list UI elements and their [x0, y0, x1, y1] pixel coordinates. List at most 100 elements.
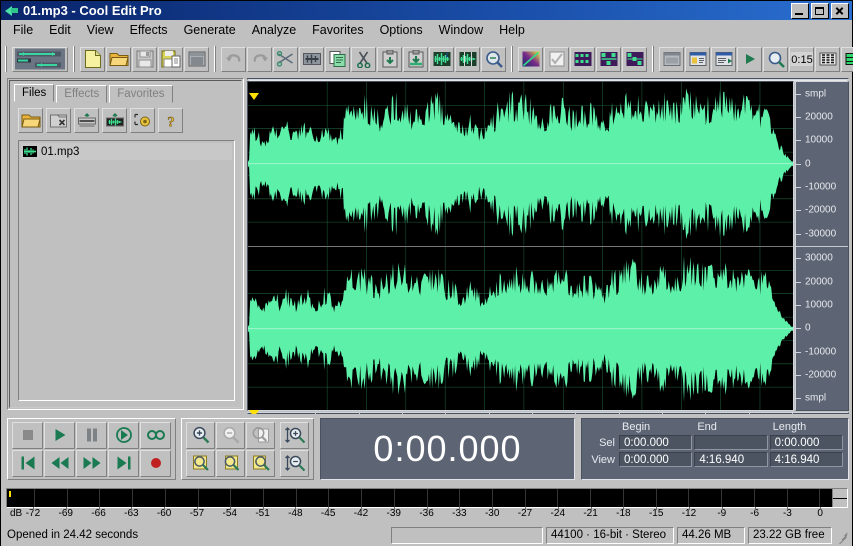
- meter-gridline: [230, 489, 231, 507]
- zoom-out-horizontal-button[interactable]: [216, 422, 245, 449]
- waveform-channel-left[interactable]: [248, 82, 793, 246]
- check-box-icon[interactable]: [544, 47, 569, 72]
- resize-grip[interactable]: [835, 527, 849, 544]
- zoom-out-full-button[interactable]: [246, 422, 275, 449]
- waveform-channels[interactable]: [247, 81, 794, 411]
- file-list[interactable]: 01.mp3: [18, 140, 235, 401]
- scissors-wave-icon[interactable]: [273, 47, 298, 72]
- sel-length-field[interactable]: 0:00.000: [770, 435, 843, 450]
- stop-button[interactable]: [12, 422, 43, 449]
- toolbar-grip-4[interactable]: [511, 46, 513, 72]
- menu-window[interactable]: Window: [431, 21, 491, 39]
- multitrack-view-button[interactable]: [12, 47, 68, 72]
- menu-help[interactable]: Help: [491, 21, 533, 39]
- current-time-display: 0:00.000: [373, 428, 521, 470]
- floppy-disk-page-icon[interactable]: [158, 47, 183, 72]
- go-to-end-button[interactable]: [108, 450, 139, 477]
- level-meter-clip-indicator[interactable]: [832, 489, 847, 507]
- tab-effects[interactable]: Effects: [56, 85, 107, 103]
- pan-grid-icon[interactable]: [622, 47, 647, 72]
- record-button[interactable]: [140, 450, 171, 477]
- organizer-icon[interactable]: [685, 47, 710, 72]
- gear-select-icon[interactable]: [130, 108, 155, 133]
- menu-analyze[interactable]: Analyze: [244, 21, 304, 39]
- phase-grid-icon[interactable]: [596, 47, 621, 72]
- view-begin-field[interactable]: 0:00.000: [619, 452, 692, 467]
- eee-icon[interactable]: [815, 47, 840, 72]
- play-button[interactable]: [44, 422, 75, 449]
- undo-arrow-icon[interactable]: [221, 47, 246, 72]
- insert-wave-icon[interactable]: [102, 108, 127, 133]
- minimize-button[interactable]: [791, 3, 809, 19]
- menu-effects[interactable]: Effects: [122, 21, 176, 39]
- open-folder-icon[interactable]: [18, 108, 43, 133]
- magnifier-wave-icon[interactable]: [481, 47, 506, 72]
- clipboard-mix-icon[interactable]: [403, 47, 428, 72]
- rewind-button[interactable]: [44, 450, 75, 477]
- zoom-to-selection-button[interactable]: [186, 450, 215, 477]
- meter-tick: [361, 507, 362, 510]
- list-item[interactable]: 01.mp3: [21, 143, 232, 160]
- clipboard-paste-icon[interactable]: [377, 47, 402, 72]
- spectral-gradient-icon[interactable]: [518, 47, 543, 72]
- batch-save-icon[interactable]: [184, 47, 209, 72]
- sel-end-field[interactable]: [694, 435, 767, 450]
- play-triangle-icon[interactable]: [737, 47, 762, 72]
- view-end-field[interactable]: 4:16.940: [694, 452, 767, 467]
- zoom-in-left-edge-button[interactable]: [216, 450, 245, 477]
- menu-view[interactable]: View: [79, 21, 122, 39]
- menu-options[interactable]: Options: [372, 21, 431, 39]
- toolbar-grip[interactable]: [5, 46, 7, 72]
- level-meter-display[interactable]: [6, 488, 848, 508]
- pause-button[interactable]: [76, 422, 107, 449]
- menu-file[interactable]: File: [5, 21, 41, 39]
- status-progress: [391, 527, 543, 544]
- scissors-icon[interactable]: [351, 47, 376, 72]
- playlist-icon[interactable]: [711, 47, 736, 72]
- meter-tick: [591, 507, 592, 510]
- insert-track-icon[interactable]: [74, 108, 99, 133]
- open-folder-icon[interactable]: [106, 47, 131, 72]
- zoom-in-horizontal-button[interactable]: [186, 422, 215, 449]
- redo-arrow-icon[interactable]: [247, 47, 272, 72]
- floppy-disk-icon[interactable]: [132, 47, 157, 72]
- go-to-beginning-button[interactable]: [12, 450, 43, 477]
- transport-panel: [7, 418, 176, 480]
- toolbar-grip-5[interactable]: [652, 46, 654, 72]
- trim-icon[interactable]: [299, 47, 324, 72]
- close-file-icon[interactable]: [46, 108, 71, 133]
- zoom-in-vertical-button[interactable]: [280, 422, 309, 449]
- waveform-range-scrollbar[interactable]: [247, 78, 849, 80]
- wave-trim-icon[interactable]: [455, 47, 480, 72]
- copy-pages-icon[interactable]: [325, 47, 350, 72]
- close-button[interactable]: [831, 3, 849, 19]
- status-free-space: 23.22 GB free: [748, 527, 832, 544]
- maximize-button[interactable]: [811, 3, 829, 19]
- main-area: Files Effects Favorites: [1, 74, 852, 414]
- tab-files[interactable]: Files: [14, 84, 54, 102]
- zoom-in-right-edge-button[interactable]: [246, 450, 275, 477]
- magnifier-icon[interactable]: [763, 47, 788, 72]
- window-icon[interactable]: [659, 47, 684, 72]
- menu-favorites[interactable]: Favorites: [304, 21, 371, 39]
- play-to-end-button[interactable]: [108, 422, 139, 449]
- color-meters-icon[interactable]: [841, 47, 853, 72]
- fast-forward-button[interactable]: [76, 450, 107, 477]
- waveform-channel-right[interactable]: [248, 246, 793, 411]
- time-display-panel[interactable]: 0:00.000: [320, 418, 575, 480]
- loop-play-button[interactable]: [140, 422, 171, 449]
- freq-grid-icon[interactable]: [570, 47, 595, 72]
- toolbar-grip-2[interactable]: [73, 46, 75, 72]
- sel-begin-field[interactable]: 0:00.000: [619, 435, 692, 450]
- toolbar-grip-3[interactable]: [214, 46, 216, 72]
- view-length-field[interactable]: 4:16.940: [770, 452, 843, 467]
- wave-delete-icon[interactable]: z: [429, 47, 454, 72]
- clock-0-15-icon[interactable]: 0:15: [789, 47, 814, 72]
- menu-edit[interactable]: Edit: [41, 21, 79, 39]
- new-document-icon[interactable]: [80, 47, 105, 72]
- question-mark-icon[interactable]: ?: [158, 108, 183, 133]
- cue-marker-start[interactable]: [249, 93, 259, 100]
- tab-favorites[interactable]: Favorites: [109, 85, 172, 103]
- menu-generate[interactable]: Generate: [176, 21, 244, 39]
- zoom-out-vertical-button[interactable]: [280, 450, 309, 477]
